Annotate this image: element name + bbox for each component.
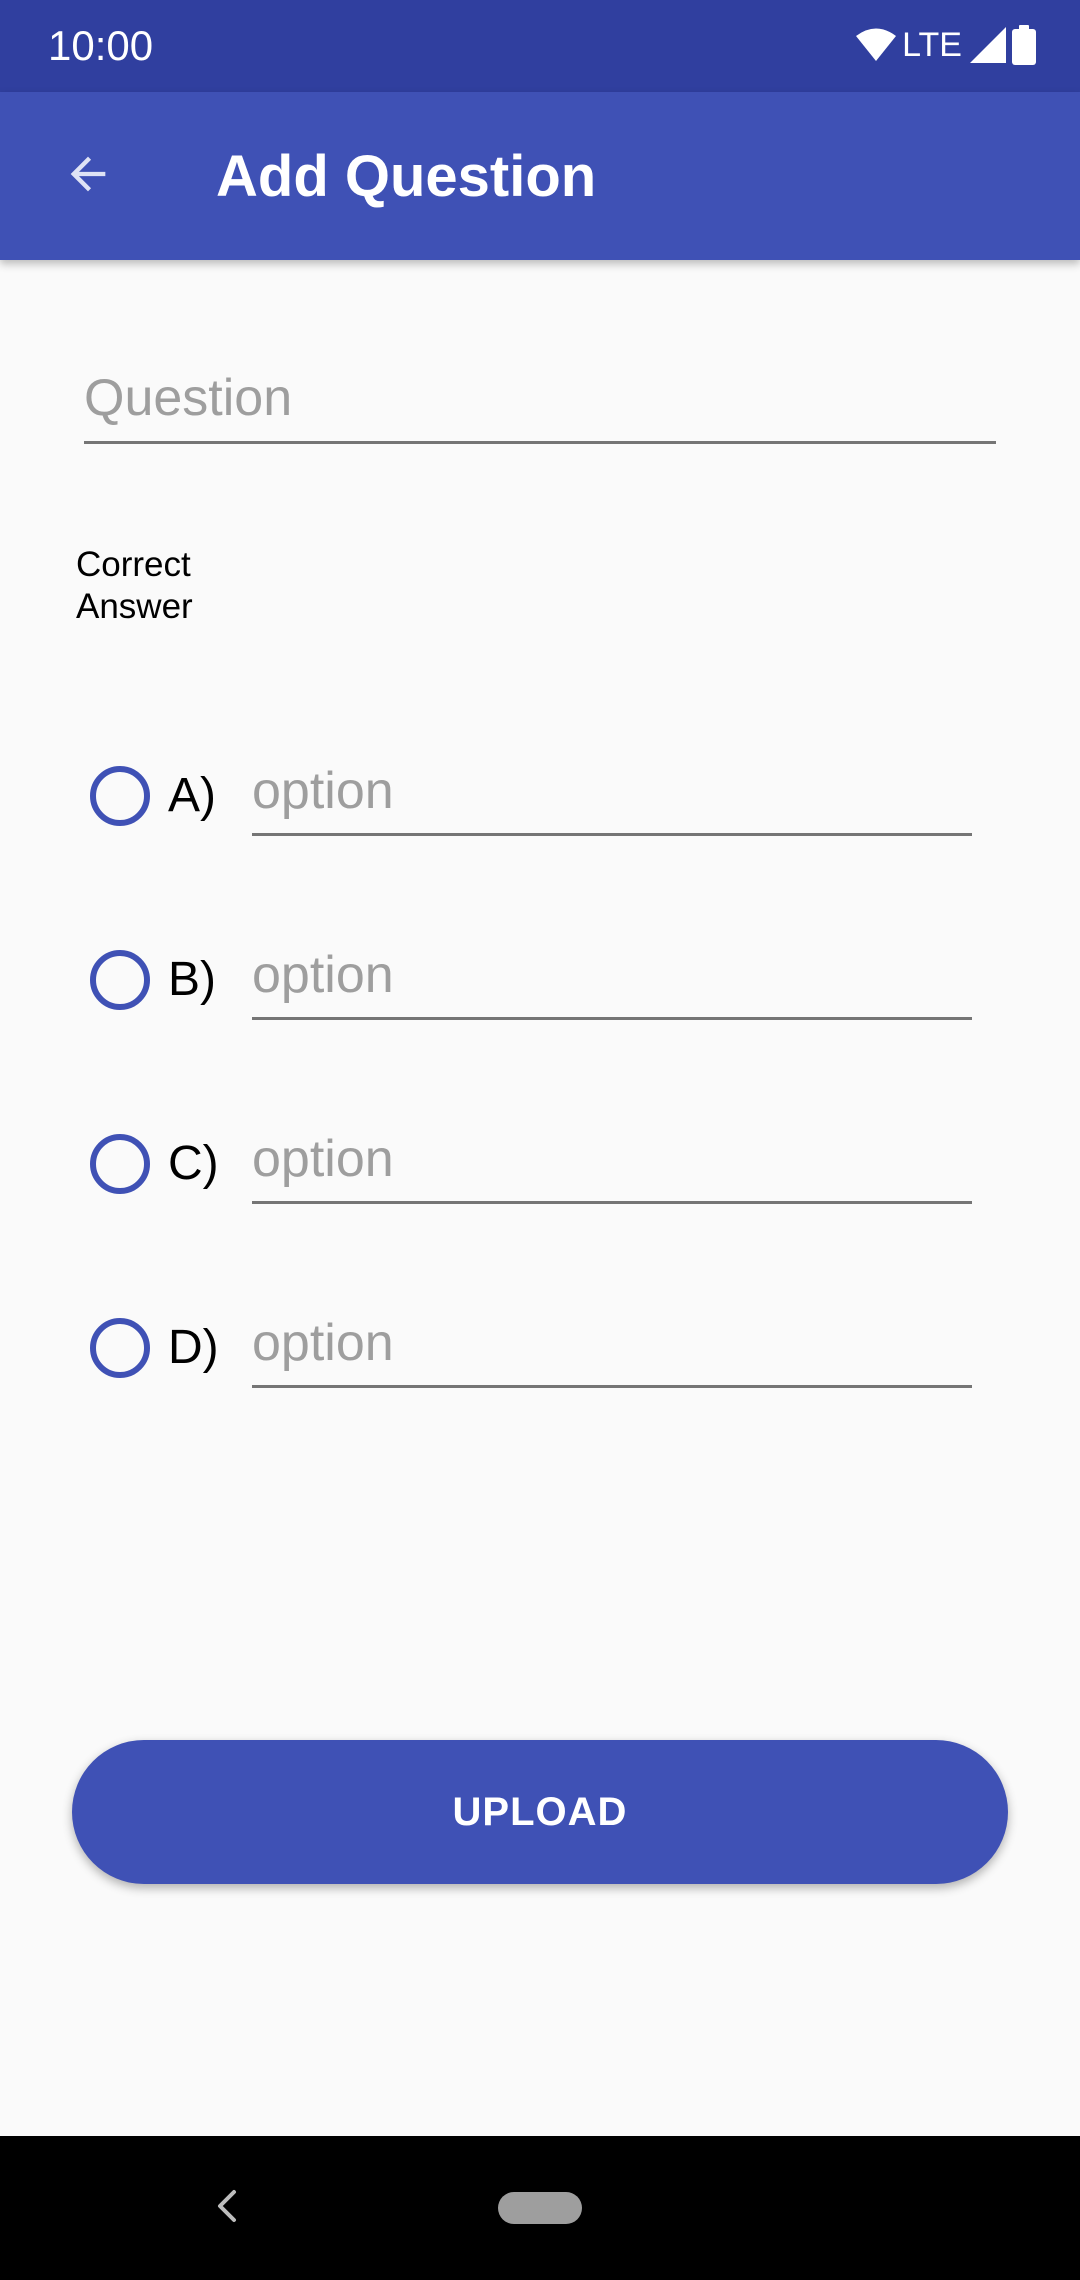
- correct-answer-label: Correct Answer: [76, 544, 276, 628]
- correct-answer-label-line-1: Correct: [76, 545, 191, 584]
- status-time: 10:00: [48, 22, 154, 69]
- upload-button[interactable]: UPLOAD: [72, 1740, 1008, 1884]
- navigation-bar: [0, 2136, 1080, 2280]
- home-pill-icon[interactable]: [498, 2192, 582, 2224]
- option-row-d: D): [0, 1298, 1080, 1398]
- back-button[interactable]: [40, 128, 136, 224]
- option-letter-b: B): [168, 953, 216, 1006]
- arrow-back-icon: [62, 148, 114, 205]
- option-letter-d: D): [168, 1321, 219, 1374]
- option-b-input[interactable]: [252, 940, 972, 1020]
- network-type: LTE: [902, 26, 962, 64]
- radio-option-d[interactable]: [90, 1318, 150, 1378]
- wifi-icon: [856, 27, 897, 63]
- correct-answer-label-line-2: Answer: [76, 587, 193, 626]
- signal-icon: [970, 27, 1006, 63]
- question-input[interactable]: [84, 362, 996, 444]
- battery-icon: [1012, 25, 1036, 65]
- nav-back-button[interactable]: [196, 2176, 260, 2240]
- option-d-input[interactable]: [252, 1308, 972, 1388]
- radio-option-b[interactable]: [90, 950, 150, 1010]
- app-bar: Add Question: [0, 92, 1080, 260]
- option-row-b: B): [0, 930, 1080, 1030]
- radio-option-a[interactable]: [90, 766, 150, 826]
- option-a-input[interactable]: [252, 756, 972, 836]
- status-bar: 10:00 LTE: [0, 0, 1080, 92]
- page-title: Add Question: [216, 144, 597, 209]
- option-letter-c: C): [168, 1137, 219, 1190]
- option-row-a: A): [0, 746, 1080, 846]
- nav-back-icon: [212, 2186, 244, 2231]
- option-row-c: C): [0, 1114, 1080, 1214]
- radio-option-c[interactable]: [90, 1134, 150, 1194]
- option-letter-a: A): [168, 769, 216, 822]
- option-c-input[interactable]: [252, 1124, 972, 1204]
- status-icons: LTE: [856, 22, 1036, 68]
